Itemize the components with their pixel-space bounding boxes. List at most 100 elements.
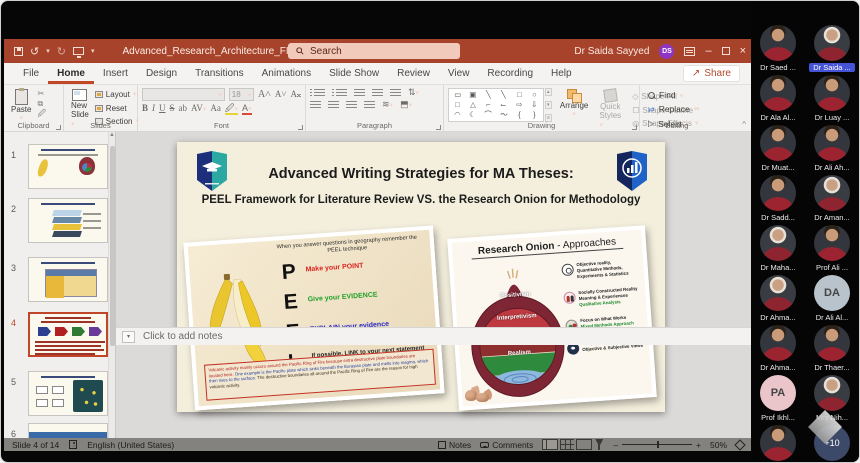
paragraph-dialog-launcher[interactable]	[436, 125, 441, 130]
undo-dropdown-icon[interactable]: ▾	[46, 47, 50, 55]
comments-toggle-button[interactable]: Comments	[480, 440, 533, 450]
font-dialog-launcher[interactable]	[298, 125, 303, 130]
text-shadow-button[interactable]: ab	[179, 104, 188, 113]
bullets-icon[interactable]	[314, 89, 325, 97]
ribbon-display-options-icon[interactable]	[684, 47, 695, 56]
change-case-button[interactable]: Aa	[210, 104, 221, 113]
line-spacing-icon[interactable]	[390, 89, 401, 97]
cut-icon[interactable]: ✂	[37, 90, 46, 98]
undo-icon[interactable]: ↺	[30, 45, 39, 58]
participant-tile[interactable]: Dr Luay ...	[805, 75, 859, 125]
zoom-out-button[interactable]: –	[613, 440, 618, 450]
zoom-in-button[interactable]: +	[696, 440, 701, 450]
share-button[interactable]: ↗Share	[683, 65, 740, 82]
reset-button[interactable]: Reset	[95, 103, 139, 115]
participant-tile[interactable]: Dr Sadd...	[751, 175, 805, 225]
participant-tile[interactable]: Dr Ali Ah...	[805, 125, 859, 175]
character-spacing-button[interactable]: AV▾	[191, 104, 206, 113]
account-avatar[interactable]: DS	[659, 44, 674, 59]
italic-button[interactable]: I	[152, 104, 155, 113]
tab-insert[interactable]: Insert	[94, 65, 137, 84]
participant-tile[interactable]: Prof Ali ...	[805, 225, 859, 275]
zoom-percentage[interactable]: 50%	[710, 440, 727, 450]
arrange-button[interactable]: Arrange▾	[557, 88, 591, 119]
tab-file[interactable]: File	[14, 65, 48, 84]
minimize-button[interactable]: –	[705, 46, 711, 57]
participant-tile[interactable]: Dr Ahma...	[751, 275, 805, 325]
reading-view-button[interactable]	[576, 439, 592, 450]
accessibility-icon[interactable]	[69, 440, 77, 449]
notes-toggle-button[interactable]: Notes	[438, 440, 471, 450]
shapes-gallery[interactable]: ▭▣╲╲□○ □△⌐⌙⇨⇩ ◠☾⌒〜{}	[448, 88, 544, 122]
zoom-slider[interactable]	[622, 444, 692, 445]
numbering-icon[interactable]	[336, 89, 347, 97]
shrink-font-button[interactable]: A˅	[275, 90, 287, 99]
participant-tile[interactable]: Dr Aman...	[805, 175, 859, 225]
columns-icon[interactable]: ≋▾	[382, 100, 393, 109]
redo-icon[interactable]: ↻	[57, 45, 66, 58]
clipboard-dialog-launcher[interactable]	[56, 125, 61, 130]
participant-tile[interactable]: Dr Saed ...	[751, 25, 805, 75]
customize-qat-icon[interactable]: ▾	[91, 47, 95, 55]
fit-to-window-icon[interactable]	[734, 439, 745, 450]
slide-thumbnail-5[interactable]	[28, 371, 108, 416]
normal-view-button[interactable]	[542, 439, 558, 450]
align-right-icon[interactable]	[346, 101, 357, 109]
justify-icon[interactable]	[364, 101, 375, 109]
tab-animations[interactable]: Animations	[253, 65, 320, 84]
participant-tile[interactable]	[751, 425, 805, 463]
slide-thumbnail-3[interactable]	[28, 257, 108, 302]
participant-tile[interactable]: Dr Maha...	[751, 225, 805, 275]
notes-collapse-icon[interactable]: ▾	[122, 331, 135, 343]
participant-tile[interactable]: Dr Thaer...	[805, 325, 859, 375]
font-color-button[interactable]: A▾	[242, 104, 252, 113]
slide-thumbnail-4-selected[interactable]	[28, 312, 108, 357]
underline-button[interactable]: U	[159, 104, 166, 113]
slide-thumbnail-1[interactable]	[28, 144, 108, 189]
participant-tile[interactable]: DA Dr Ali Al...	[805, 275, 859, 325]
strikethrough-button[interactable]: S	[170, 104, 175, 113]
slide-sorter-view-button[interactable]	[560, 439, 574, 450]
notes-placeholder[interactable]: Click to add notes	[143, 331, 223, 342]
scroll-up-icon[interactable]: ▲	[109, 132, 115, 138]
save-icon[interactable]	[14, 47, 23, 56]
slideshow-view-button[interactable]	[594, 439, 604, 450]
tab-slide-show[interactable]: Slide Show	[320, 65, 388, 84]
slide-thumbnail-6[interactable]	[28, 423, 108, 438]
participant-tile-active[interactable]: Dr Saida ...	[805, 25, 859, 75]
text-direction-icon[interactable]: ⇅▾	[408, 88, 419, 97]
tab-recording[interactable]: Recording	[478, 65, 542, 84]
clear-formatting-button[interactable]: A𝄪	[290, 90, 301, 99]
slide-thumbnail-2[interactable]	[28, 198, 108, 243]
start-slideshow-icon[interactable]	[73, 47, 84, 55]
zoom-slider-thumb[interactable]	[657, 441, 659, 448]
layout-button[interactable]: Layout▾	[95, 89, 139, 101]
align-left-icon[interactable]	[310, 101, 321, 109]
align-center-icon[interactable]	[328, 101, 339, 109]
bold-button[interactable]: B	[142, 104, 148, 113]
participant-tile[interactable]: Dr Ahma...	[751, 325, 805, 375]
drawing-dialog-launcher[interactable]	[632, 125, 637, 130]
format-painter-icon[interactable]: 🖉	[37, 110, 46, 118]
tab-help[interactable]: Help	[542, 65, 581, 84]
thumbnail-scrollbar[interactable]: ▲	[108, 132, 115, 438]
find-button[interactable]: Find	[648, 88, 710, 102]
restore-button[interactable]	[722, 47, 730, 55]
grow-font-button[interactable]: A˄	[258, 90, 271, 100]
increase-indent-icon[interactable]	[372, 89, 383, 97]
paste-button[interactable]: Paste▾	[8, 88, 34, 123]
tab-design[interactable]: Design	[137, 65, 186, 84]
account-name[interactable]: Dr Saida Sayyed	[574, 46, 649, 57]
convert-smartart-icon[interactable]: ⬒▾	[400, 100, 412, 109]
shapes-gallery-scroll[interactable]: ▴▾≡	[545, 88, 552, 122]
font-size-combo[interactable]: 18▾	[229, 88, 254, 101]
tab-review[interactable]: Review	[388, 65, 439, 84]
tab-transitions[interactable]: Transitions	[186, 65, 253, 84]
slide-canvas[interactable]: Advanced Writing Strategies for MA These…	[177, 142, 665, 412]
scrollbar-thumb[interactable]	[110, 146, 115, 346]
participant-tile[interactable]: PA Prof Ikhl...	[751, 375, 805, 425]
tab-home[interactable]: Home	[48, 65, 94, 84]
participant-tile[interactable]: Dr Ala Al...	[751, 75, 805, 125]
participant-tile[interactable]: Dr Muat...	[751, 125, 805, 175]
tab-view[interactable]: View	[439, 65, 479, 84]
